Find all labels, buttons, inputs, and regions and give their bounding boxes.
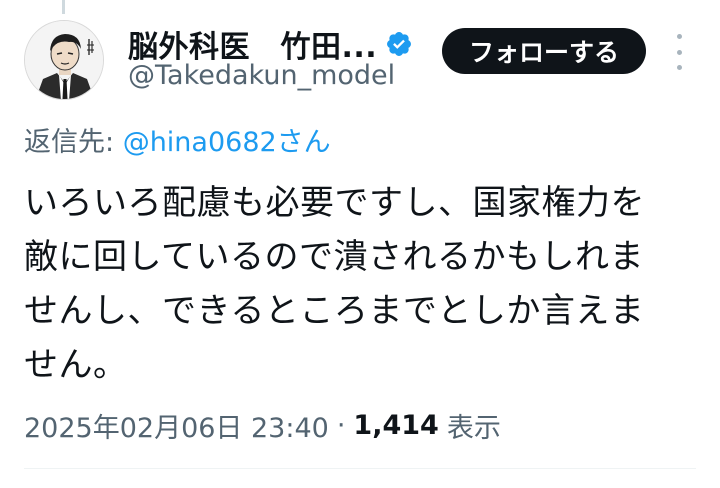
- tweet-line: 敵に回しているので潰されるかもしれま: [24, 237, 644, 277]
- meta-separator: ·: [336, 410, 346, 441]
- more-options-icon[interactable]: [668, 34, 690, 70]
- reply-to-line: 返信先: @hina0682さん: [24, 120, 331, 159]
- reply-suffix: さん: [276, 127, 331, 158]
- avatar[interactable]: [24, 20, 104, 100]
- tweet-card: 脳外科医 竹田... @Takedakun_model フォローする 返信先: …: [0, 0, 720, 488]
- author-name-row: 脳外科医 竹田...: [128, 24, 413, 65]
- more-dot: [676, 65, 682, 70]
- reply-prefix: 返信先:: [24, 127, 123, 158]
- tweet-line: せんし、できるところまでとしか言えま: [24, 291, 645, 331]
- views-label: 表示: [446, 413, 501, 444]
- verified-badge-icon: [385, 30, 413, 58]
- thread-connector-line: [62, 0, 65, 14]
- divider: [24, 468, 696, 469]
- reply-mention-link[interactable]: @hina0682: [123, 127, 277, 158]
- tweet-meta: 2025年02月06日 23:40 · 1,414 表示: [24, 406, 501, 445]
- tweet-body: いろいろ配慮も必要ですし、国家権力を 敵に回しているので潰されるかもしれま せん…: [24, 176, 700, 392]
- tweet-timestamp[interactable]: 2025年02月06日 23:40: [24, 406, 329, 445]
- views-count: 1,414: [353, 410, 439, 441]
- more-dot: [676, 34, 682, 39]
- follow-button[interactable]: フォローする: [442, 28, 646, 74]
- avatar-illustration: [25, 21, 103, 99]
- author-handle[interactable]: @Takedakun_model: [128, 60, 395, 91]
- more-dot: [676, 49, 682, 55]
- tweet-line: いろいろ配慮も必要ですし、国家権力を: [24, 183, 645, 223]
- tweet-line: せん。: [24, 345, 128, 385]
